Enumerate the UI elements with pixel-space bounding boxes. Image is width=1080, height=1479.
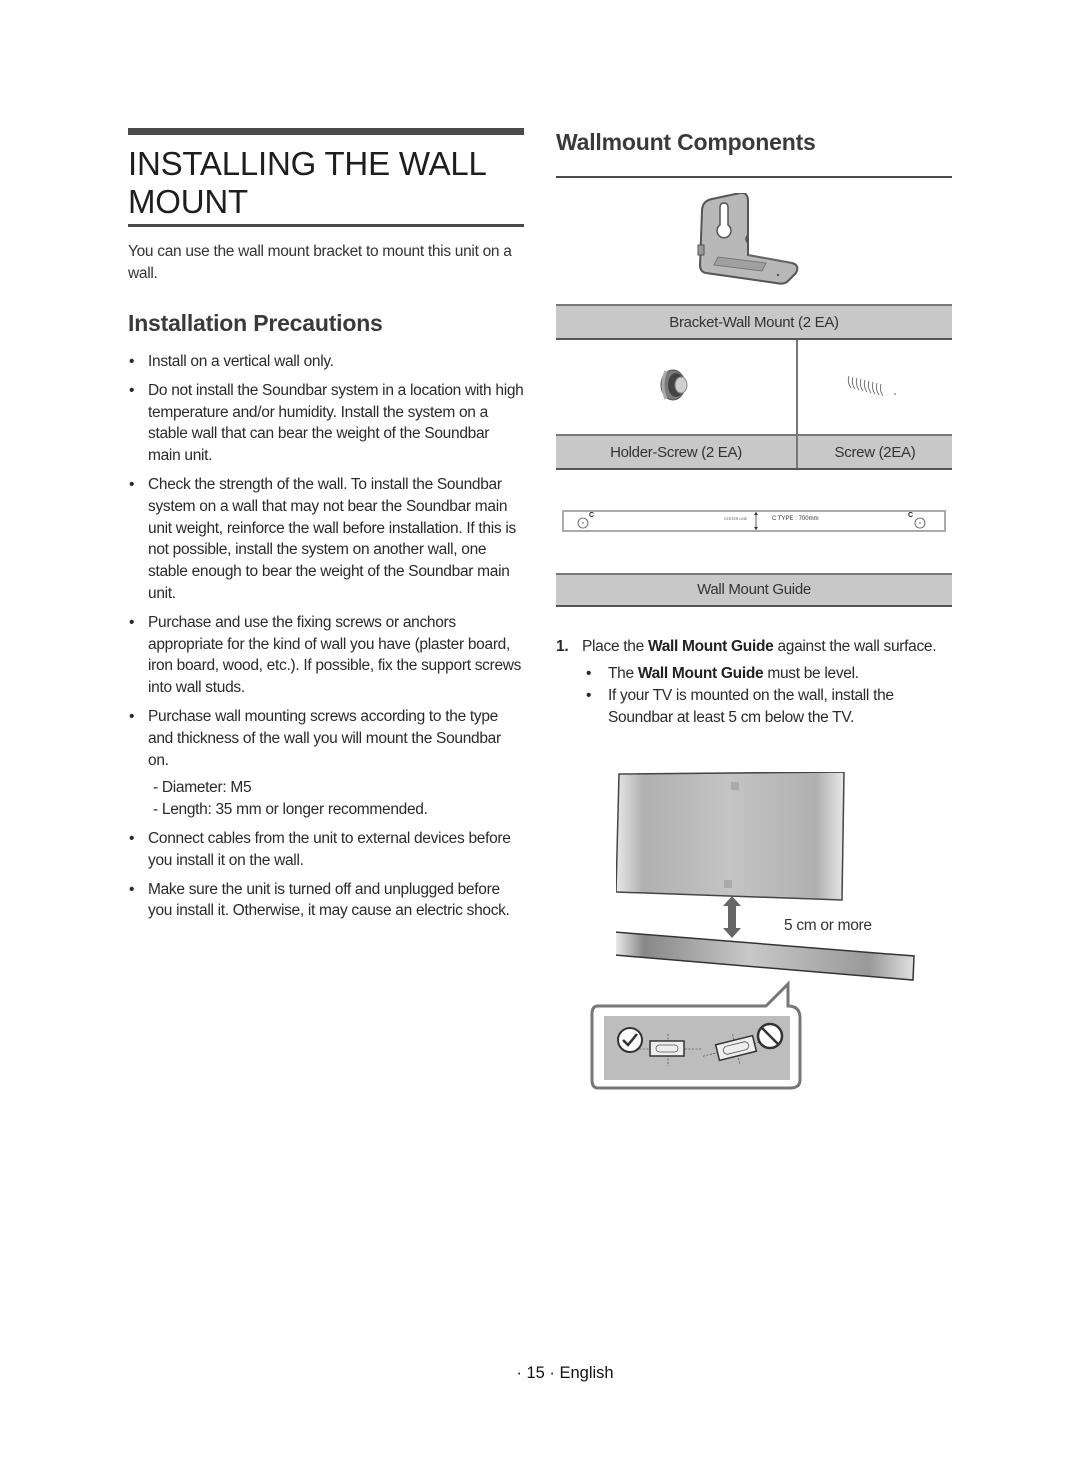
spec-length: - Length: 35 mm or longer recommended. xyxy=(153,801,428,819)
list-item: • Purchase wall mounting screws according… xyxy=(128,706,524,821)
check-icon xyxy=(617,1027,643,1053)
screw-label: Screw (2EA) xyxy=(796,434,952,470)
title-underline xyxy=(128,224,524,227)
distance-note: 5 cm or more xyxy=(784,917,872,934)
bullet-icon: • xyxy=(129,880,135,898)
screw-image-cell xyxy=(796,339,952,435)
double-arrow-icon xyxy=(723,896,741,938)
step-number: 1. xyxy=(556,638,569,655)
components-table: Bracket-Wall Mount (2 EA) Holder-Screw (… xyxy=(556,304,952,470)
list-item: • If your TV is mounted on the wall, inst… xyxy=(586,687,894,726)
bullet-icon: • xyxy=(129,613,135,631)
bracket-wall-mount-illustration xyxy=(696,191,806,293)
bullet-icon: • xyxy=(129,475,135,493)
step-text: Place the Wall Mount Guide against the w… xyxy=(582,638,937,655)
tv-soundbar-diagram xyxy=(613,771,926,992)
section-heading-components: Wallmount Components xyxy=(556,129,816,155)
page-title-line1: INSTALLING THE WALL xyxy=(128,145,487,182)
spec-diameter: - Diameter: M5 xyxy=(153,779,252,797)
list-item: • Check the strength of the wall. To inst… xyxy=(129,475,516,602)
bullet-icon: • xyxy=(586,665,592,682)
holder-screw-label: Holder-Screw (2 EA) xyxy=(556,434,797,470)
list-item: • Do not install the Soundbar system in a… xyxy=(129,381,524,465)
bracket-label: Bracket-Wall Mount (2 EA) xyxy=(556,304,952,340)
page-title-line2: MOUNT xyxy=(128,183,248,220)
left-column: INSTALLING THE WALL MOUNT You can use th… xyxy=(128,128,524,929)
title-top-bar xyxy=(128,128,524,135)
guide-center-line-label: CENTER LINE xyxy=(724,517,748,521)
bullet-icon: • xyxy=(129,353,135,370)
bullet-icon: • xyxy=(129,829,135,847)
list-item: • Connect cables from the unit to externa… xyxy=(129,829,511,869)
prohibited-icon xyxy=(756,1022,784,1050)
soundbar-illustration xyxy=(613,931,915,981)
screw-illustration xyxy=(847,375,896,396)
screw-spec-list: - Diameter: M5 - Length: 35 mm or longer… xyxy=(148,777,524,821)
intro-text: You can use the wall mount bracket to mo… xyxy=(128,243,512,282)
holder-screw-illustration xyxy=(660,369,688,400)
bullet-icon: • xyxy=(586,687,592,704)
wall-mount-guide-label: Wall Mount Guide xyxy=(556,573,952,607)
page-title: INSTALLING THE WALL MOUNT xyxy=(128,145,524,221)
guide-right-mark: C xyxy=(908,512,914,519)
page-number-label: · 15 · English xyxy=(516,1364,614,1382)
page-footer: · 15 · English xyxy=(0,1364,1080,1383)
components-rule xyxy=(556,176,952,178)
precautions-list: • Install on a vertical wall only. • Do no… xyxy=(128,351,524,922)
wall-mount-guide-illustration: C C CENTER LINE C TYPE : 700mm xyxy=(562,510,946,532)
list-item: • The Wall Mount Guide must be level. xyxy=(582,663,952,685)
section-heading-precautions: Installation Precautions xyxy=(128,310,383,336)
list-item: • Make sure the unit is turned off and un… xyxy=(129,880,510,920)
list-item: • Purchase and use the fixing screws or a… xyxy=(129,613,522,697)
bullet-icon: • xyxy=(129,707,135,725)
step-1: 1. Place the Wall Mount Guide against th… xyxy=(556,636,952,729)
right-column: Wallmount Components Bracket-Wall Mount … xyxy=(556,128,952,1128)
holder-screw-image-cell xyxy=(556,339,797,435)
step-sub-list: • The Wall Mount Guide must be level. • If… xyxy=(556,663,952,729)
guide-left-mark: C xyxy=(589,512,595,519)
bullet-icon: • xyxy=(129,381,135,399)
list-item: • Install on a vertical wall only. xyxy=(128,351,524,373)
guide-type-label: C TYPE : 700mm xyxy=(772,516,819,522)
level-callout xyxy=(590,978,806,1092)
